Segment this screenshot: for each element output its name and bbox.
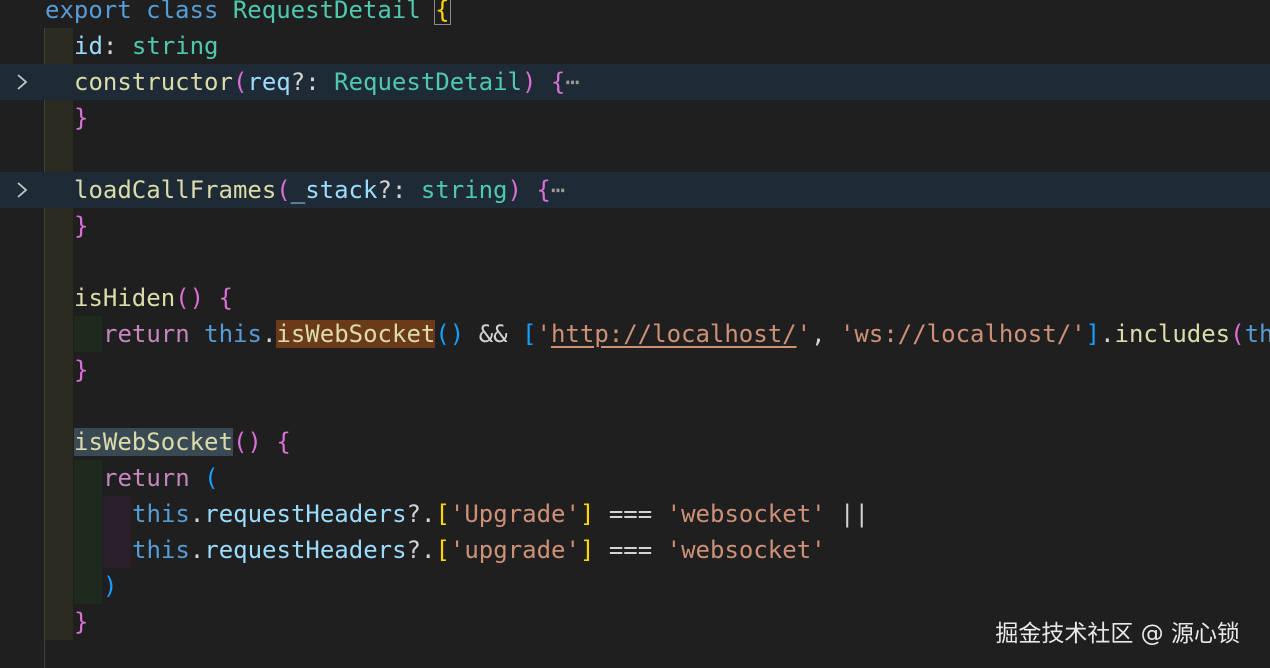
code-line-15[interactable]: this.requestHeaders?.['Upgrade'] === 'we… <box>0 496 1270 532</box>
code-text: ) <box>103 572 118 600</box>
code-text: } <box>74 212 89 240</box>
code-line-11[interactable]: } <box>0 352 1270 388</box>
highlighted-occurrence: isWebSocket <box>276 320 436 348</box>
code-text: } <box>74 356 89 384</box>
code-editor[interactable]: export class RequestDetail { id: string … <box>0 0 1270 668</box>
code-text: } <box>74 104 89 132</box>
code-line-17[interactable]: ) <box>0 568 1270 604</box>
code-line-1[interactable]: export class RequestDetail { <box>0 0 1270 28</box>
watermark: 掘金技术社区 @ 源心锁 <box>995 621 1240 647</box>
code-text: constructor(req?: RequestDetail) {⋯ <box>74 68 580 96</box>
code-line-2[interactable]: id: string <box>0 28 1270 64</box>
chevron-right-icon[interactable] <box>10 172 34 208</box>
code-text: export class RequestDetail { <box>45 0 451 28</box>
selected-word: isWebSocket <box>74 428 233 456</box>
code-line-16[interactable]: this.requestHeaders?.['upgrade'] === 'we… <box>0 532 1270 568</box>
chevron-right-icon[interactable] <box>10 64 34 100</box>
folded-ellipsis[interactable]: ⋯ <box>551 176 565 204</box>
code-text: isWebSocket() { <box>74 428 291 456</box>
code-text: return ( <box>103 464 219 492</box>
folded-ellipsis[interactable]: ⋯ <box>565 68 579 96</box>
code-line-14[interactable]: return ( <box>0 460 1270 496</box>
url-link[interactable]: http://localhost/ <box>551 320 797 348</box>
code-text: this.requestHeaders?.['Upgrade'] === 'we… <box>132 500 869 528</box>
code-line-3-folded[interactable]: constructor(req?: RequestDetail) {⋯ <box>0 64 1270 100</box>
code-line-10[interactable]: return this.isWebSocket() && ['http://lo… <box>0 316 1270 352</box>
code-line-7[interactable]: } <box>0 208 1270 244</box>
code-line-9[interactable]: isHiden() { <box>0 280 1270 316</box>
code-line-13[interactable]: isWebSocket() { <box>0 424 1270 460</box>
code-text: id: string <box>74 32 219 60</box>
code-line-4[interactable]: } <box>0 100 1270 136</box>
code-text: isHiden() { <box>74 284 233 312</box>
code-text: this.requestHeaders?.['upgrade'] === 'we… <box>132 536 826 564</box>
code-line-6-folded[interactable]: loadCallFrames(_stack?: string) {⋯ <box>0 172 1270 208</box>
code-text: loadCallFrames(_stack?: string) {⋯ <box>74 176 566 204</box>
code-text: } <box>74 608 89 636</box>
code-text: return this.isWebSocket() && ['http://lo… <box>103 320 1270 348</box>
